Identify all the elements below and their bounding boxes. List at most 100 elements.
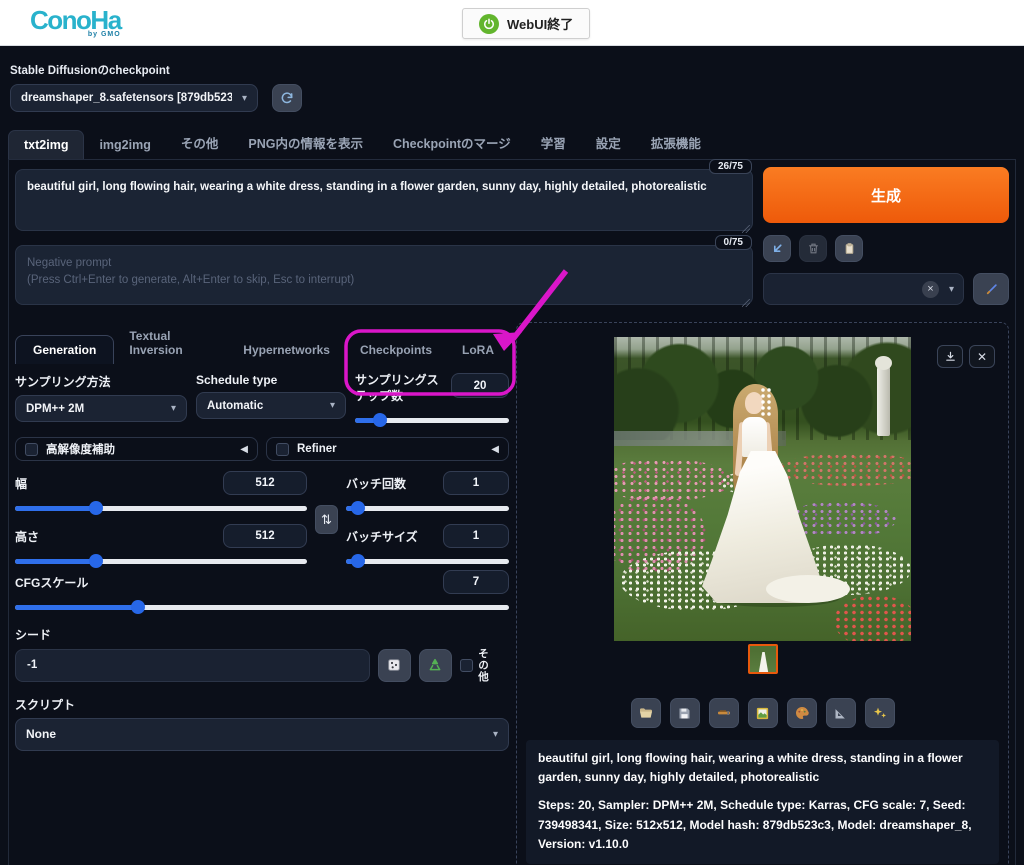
image-dress-train [766, 575, 850, 603]
send-to-extras-button[interactable] [826, 698, 856, 728]
batch-count-slider[interactable] [346, 501, 509, 515]
tab-checkpoint-merger[interactable]: Checkpointのマージ [378, 126, 526, 159]
subtab-lora[interactable]: LoRA [447, 336, 509, 364]
tab-img2img[interactable]: img2img [84, 131, 165, 159]
checkpoint-label: Stable Diffusionのcheckpoint [10, 62, 1014, 78]
sampling-method-label: サンプリング方法 [15, 373, 187, 390]
refiner-checkbox[interactable] [276, 443, 289, 456]
tab-png-info[interactable]: PNG内の情報を表示 [233, 126, 378, 159]
height-slider[interactable] [15, 554, 307, 568]
clear-prompt-button[interactable] [799, 235, 827, 262]
tab-extensions[interactable]: 拡張機能 [636, 126, 716, 159]
subtab-checkpoints[interactable]: Checkpoints [345, 336, 447, 364]
trash-icon [807, 242, 820, 255]
batch-size-label: バッチサイズ [346, 528, 418, 545]
seed-input[interactable]: -1 [15, 649, 370, 682]
width-number-input[interactable]: 512 [223, 471, 307, 495]
sampling-method-dropdown[interactable]: DPM++ 2M ▾ [15, 395, 187, 422]
download-icon [945, 351, 956, 362]
batch-count-number-input[interactable]: 1 [443, 471, 509, 495]
random-seed-button[interactable] [378, 649, 411, 682]
save-image-button[interactable] [670, 698, 700, 728]
edit-styles-button[interactable] [973, 273, 1009, 305]
accordion-arrow-icon: ◀ [240, 444, 248, 455]
chevron-down-icon: ▾ [493, 729, 498, 740]
send-to-img2img-button[interactable] [748, 698, 778, 728]
close-image-button[interactable]: ✕ [969, 345, 995, 368]
apply-styles-button[interactable] [835, 235, 863, 262]
generate-button[interactable]: 生成 [763, 167, 1009, 223]
reuse-seed-button[interactable] [419, 649, 452, 682]
generated-image[interactable] [614, 337, 911, 641]
height-number-input[interactable]: 512 [223, 524, 307, 548]
image-flower-crown [760, 387, 773, 417]
negative-prompt-input[interactable] [15, 245, 753, 305]
subtab-generation[interactable]: Generation [15, 335, 114, 364]
resize-grip-icon[interactable] [742, 225, 750, 233]
exit-button-label: WebUI終了 [507, 14, 573, 33]
image-icon [755, 706, 770, 721]
tab-extras[interactable]: その他 [166, 126, 234, 159]
refiner-accordion[interactable]: Refiner ◀ [266, 437, 509, 461]
quicksettings: Stable Diffusionのcheckpoint dreamshaper_… [0, 46, 1024, 112]
cfg-scale-slider[interactable] [15, 600, 509, 614]
tab-train[interactable]: 学習 [526, 126, 581, 159]
upscale-button[interactable] [865, 698, 895, 728]
seed-label: シード [15, 626, 509, 643]
styles-dropdown[interactable]: × ▾ [763, 273, 964, 305]
tab-settings[interactable]: 設定 [581, 126, 636, 159]
resize-grip-icon[interactable] [742, 299, 750, 307]
clear-styles-icon[interactable]: × [922, 281, 939, 298]
extra-seed-label: その他 [478, 648, 489, 683]
accordion-arrow-icon: ◀ [491, 444, 499, 455]
swap-dimensions-button[interactable]: ⇅ [315, 505, 338, 534]
conoha-logo[interactable]: ConoHa by GMO [30, 7, 121, 38]
generation-info-panel: beautiful girl, long flowing hair, weari… [526, 740, 999, 864]
webui-exit-button[interactable]: WebUI終了 [462, 8, 590, 39]
refresh-icon [280, 91, 294, 105]
read-parameters-button[interactable] [763, 235, 791, 262]
swap-arrows-icon: ⇅ [321, 512, 332, 528]
height-label: 高さ [15, 528, 39, 545]
refresh-checkpoint-button[interactable] [272, 84, 302, 112]
gallery-thumbnail[interactable] [748, 644, 778, 674]
save-zip-button[interactable] [709, 698, 739, 728]
checkpoint-dropdown[interactable]: dreamshaper_8.safetensors [879db523c3] ▾ [10, 84, 258, 112]
output-gallery: ✕ [526, 337, 999, 683]
extra-seed-checkbox[interactable] [460, 659, 473, 672]
width-label: 幅 [15, 475, 27, 492]
prompt-input[interactable]: beautiful girl, long flowing hair, weari… [15, 169, 753, 231]
subtab-hypernetworks[interactable]: Hypernetworks [228, 336, 345, 364]
output-toolbar [526, 698, 999, 728]
sampling-method-value: DPM++ 2M [26, 403, 161, 415]
download-image-button[interactable] [937, 345, 963, 368]
subtab-textual-inversion[interactable]: Textual Inversion [114, 322, 228, 364]
open-folder-button[interactable] [631, 698, 661, 728]
cfg-scale-number-input[interactable]: 7 [443, 570, 509, 594]
script-value: None [26, 727, 483, 741]
info-prompt-text: beautiful girl, long flowing hair, weari… [538, 749, 987, 787]
schedule-type-label: Schedule type [196, 373, 346, 387]
tab-txt2img[interactable]: txt2img [8, 130, 84, 159]
sampling-steps-number-input[interactable]: 20 [451, 373, 509, 398]
results-panel: ✕ [516, 322, 1009, 865]
schedule-type-dropdown[interactable]: Automatic ▾ [196, 392, 346, 419]
palette-icon [794, 705, 810, 721]
batch-count-label: バッチ回数 [346, 475, 406, 492]
batch-size-slider[interactable] [346, 554, 509, 568]
script-dropdown[interactable]: None ▾ [15, 718, 509, 751]
batch-size-number-input[interactable]: 1 [443, 524, 509, 548]
flower-bed [777, 453, 911, 486]
paintbrush-icon [984, 282, 999, 297]
send-to-inpaint-button[interactable] [787, 698, 817, 728]
hires-fix-accordion[interactable]: 高解像度補助 ◀ [15, 437, 258, 461]
sampling-steps-slider[interactable] [355, 413, 509, 427]
hires-fix-checkbox[interactable] [25, 443, 38, 456]
schedule-type-value: Automatic [207, 400, 320, 412]
folder-icon [638, 705, 654, 721]
clipboard-icon [843, 242, 856, 255]
width-slider[interactable] [15, 501, 307, 515]
checkpoint-value: dreamshaper_8.safetensors [879db523c3] [21, 92, 232, 104]
hires-fix-label: 高解像度補助 [46, 441, 232, 457]
flower-bed [614, 459, 733, 502]
